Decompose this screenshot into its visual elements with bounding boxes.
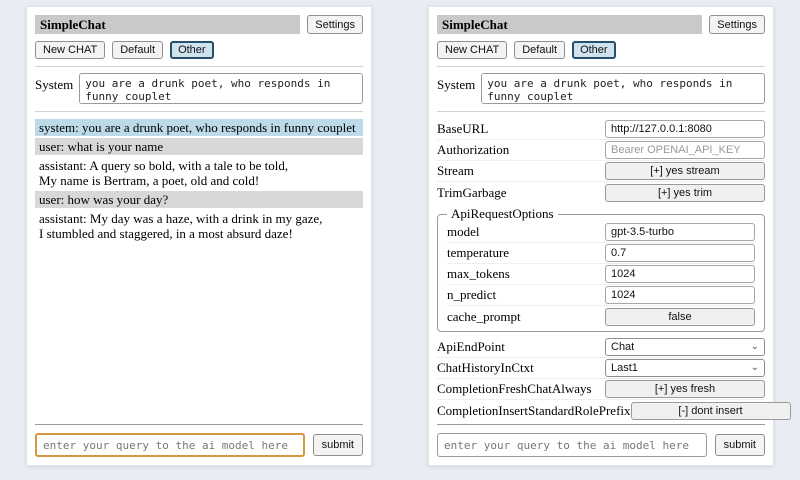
temperature-input[interactable] — [605, 244, 755, 262]
settings-form: BaseURL Authorization Stream [+] yes str… — [437, 119, 765, 421]
temperature-label: temperature — [447, 245, 605, 261]
setting-row-baseurl: BaseURL — [437, 119, 765, 140]
setting-row-authorization: Authorization — [437, 140, 765, 161]
api-request-options-legend: ApiRequestOptions — [447, 206, 558, 222]
setting-row-cache-prompt: cache_prompt false — [447, 306, 755, 327]
setting-row-stream: Stream [+] yes stream — [437, 161, 765, 182]
system-prompt-input[interactable]: you are a drunk poet, who responds in fu… — [79, 73, 363, 104]
new-chat-button[interactable]: New CHAT — [437, 41, 507, 59]
query-input[interactable] — [35, 433, 305, 457]
chat-message-list: system: you are a drunk poet, who respon… — [35, 119, 363, 244]
authorization-input[interactable] — [605, 141, 765, 159]
settings-button[interactable]: Settings — [709, 15, 765, 34]
baseurl-input[interactable] — [605, 120, 765, 138]
setting-row-max-tokens: max_tokens — [447, 264, 755, 285]
setting-row-n-predict: n_predict — [447, 285, 755, 306]
titlebar: SimpleChat Settings — [437, 15, 765, 34]
submit-button[interactable]: submit — [313, 434, 363, 456]
api-request-options-fieldset: ApiRequestOptions model temperature max_… — [437, 206, 765, 332]
trimgarbage-label: TrimGarbage — [437, 185, 605, 201]
chat-message-user: user: how was your day? — [35, 191, 363, 208]
api-endpoint-label: ApiEndPoint — [437, 339, 605, 355]
system-prompt-row: System you are a drunk poet, who respond… — [35, 73, 363, 104]
setting-row-temperature: temperature — [447, 243, 755, 264]
system-prompt-label: System — [35, 73, 73, 104]
chat-session-toolbar: New CHAT Default Other — [35, 41, 363, 59]
system-prompt-label: System — [437, 73, 475, 104]
chat-panel: SimpleChat Settings New CHAT Default Oth… — [26, 6, 372, 466]
cache-prompt-toggle-button[interactable]: false — [605, 308, 755, 326]
query-row: submit — [35, 424, 363, 457]
chat-message-user: user: what is your name — [35, 138, 363, 155]
stream-label: Stream — [437, 163, 605, 179]
baseurl-label: BaseURL — [437, 121, 605, 137]
new-chat-button[interactable]: New CHAT — [35, 41, 105, 59]
trimgarbage-toggle-button[interactable]: [+] yes trim — [605, 184, 765, 202]
stream-toggle-button[interactable]: [+] yes stream — [605, 162, 765, 180]
tab-other[interactable]: Other — [572, 41, 616, 59]
setting-row-api-endpoint: ApiEndPoint Chat ⌄ — [437, 337, 765, 358]
chat-message-system: system: you are a drunk poet, who respon… — [35, 119, 363, 136]
divider — [437, 66, 765, 67]
tab-default[interactable]: Default — [514, 41, 565, 59]
fresh-chat-label: CompletionFreshChatAlways — [437, 381, 605, 397]
divider — [35, 66, 363, 67]
chat-history-selected-value: Last1 — [611, 362, 638, 374]
query-row: submit — [437, 424, 765, 457]
chat-session-toolbar: New CHAT Default Other — [437, 41, 765, 59]
app-title: SimpleChat — [437, 15, 702, 34]
n-predict-input[interactable] — [605, 286, 755, 304]
chevron-down-icon: ⌄ — [751, 342, 759, 352]
api-endpoint-selected-value: Chat — [611, 341, 634, 353]
model-input[interactable] — [605, 223, 755, 241]
chat-message-assistant: assistant: A query so bold, with a tale … — [35, 157, 363, 189]
query-input[interactable] — [437, 433, 707, 457]
submit-button[interactable]: submit — [715, 434, 765, 456]
titlebar: SimpleChat Settings — [35, 15, 363, 34]
system-prompt-input[interactable]: you are a drunk poet, who responds in fu… — [481, 73, 765, 104]
chat-history-select[interactable]: Last1 ⌄ — [605, 359, 765, 377]
max-tokens-label: max_tokens — [447, 266, 605, 282]
setting-row-chat-history: ChatHistoryInCtxt Last1 ⌄ — [437, 358, 765, 379]
spacer — [35, 244, 363, 424]
fresh-chat-toggle-button[interactable]: [+] yes fresh — [605, 380, 765, 398]
settings-button[interactable]: Settings — [307, 15, 363, 34]
role-prefix-label: CompletionInsertStandardRolePrefix — [437, 403, 631, 419]
cache-prompt-label: cache_prompt — [447, 309, 605, 325]
tab-default[interactable]: Default — [112, 41, 163, 59]
setting-row-trimgarbage: TrimGarbage [+] yes trim — [437, 182, 765, 203]
max-tokens-input[interactable] — [605, 265, 755, 283]
settings-panel: SimpleChat Settings New CHAT Default Oth… — [428, 6, 774, 466]
authorization-label: Authorization — [437, 142, 605, 158]
chat-message-assistant: assistant: My day was a haze, with a dri… — [35, 210, 363, 242]
system-prompt-row: System you are a drunk poet, who respond… — [437, 73, 765, 104]
n-predict-label: n_predict — [447, 287, 605, 303]
setting-row-fresh-chat: CompletionFreshChatAlways [+] yes fresh — [437, 379, 765, 400]
setting-row-model: model — [447, 222, 755, 243]
app-title: SimpleChat — [35, 15, 300, 34]
role-prefix-toggle-button[interactable]: [-] dont insert — [631, 402, 791, 420]
page: SimpleChat Settings New CHAT Default Oth… — [0, 0, 800, 480]
divider — [35, 111, 363, 112]
chevron-down-icon: ⌄ — [751, 363, 759, 373]
api-endpoint-select[interactable]: Chat ⌄ — [605, 338, 765, 356]
tab-other[interactable]: Other — [170, 41, 214, 59]
divider — [437, 111, 765, 112]
chat-history-label: ChatHistoryInCtxt — [437, 360, 605, 376]
model-label: model — [447, 224, 605, 240]
setting-row-role-prefix: CompletionInsertStandardRolePrefix [-] d… — [437, 400, 765, 421]
